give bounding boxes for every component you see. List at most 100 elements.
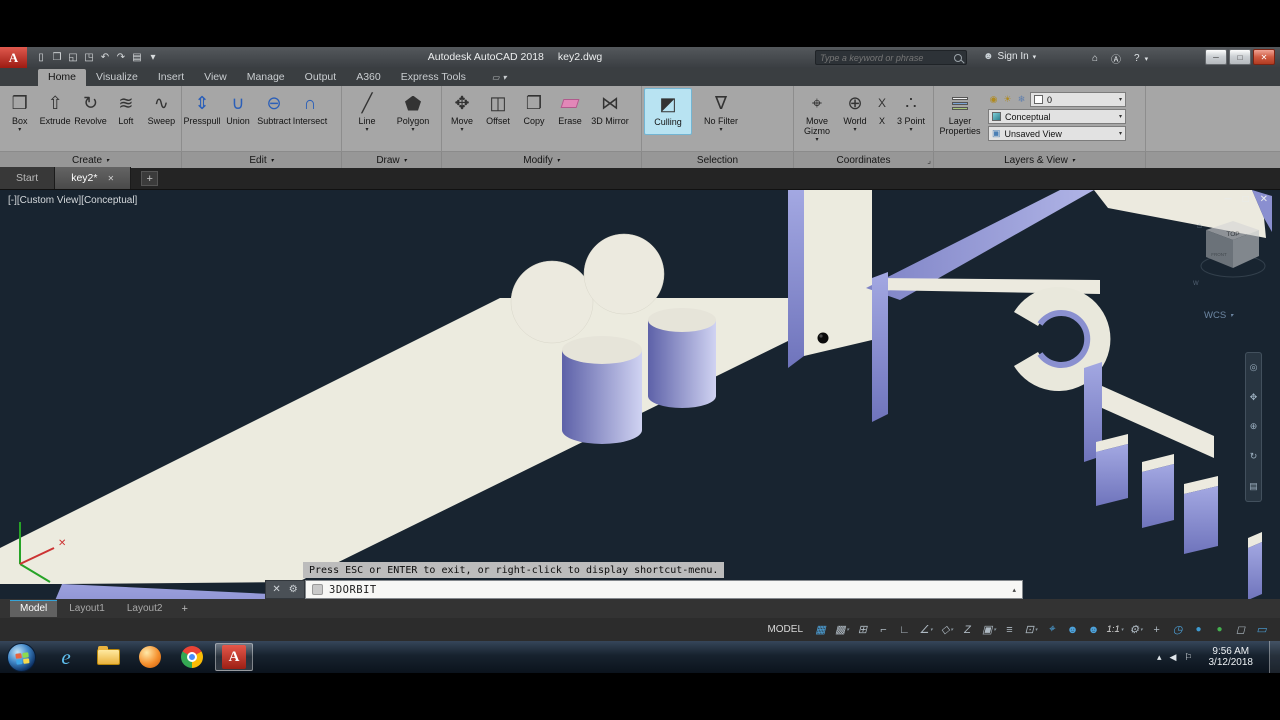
new-icon[interactable]: ▯ — [33, 52, 49, 63]
erase-button[interactable]: Erase — [552, 88, 588, 133]
world-ucs-button[interactable]: ⊕ World ▾ — [838, 88, 872, 133]
steering-wheel-icon[interactable]: ◎ — [1250, 362, 1258, 373]
dynamic-input-icon[interactable]: ⌐ — [874, 621, 894, 638]
infer-constraints-icon[interactable]: ⊞ — [853, 621, 873, 638]
layer-dropdown[interactable]: 0 ▾ — [1030, 92, 1126, 107]
taskbar-clock[interactable]: 9:56 AM 3/12/2018 — [1201, 646, 1262, 668]
taskbar-internet-explorer[interactable]: e — [47, 643, 85, 671]
panel-title-layers-view[interactable]: Layers & View▾ — [934, 152, 1146, 169]
close-icon[interactable]: ✕ — [107, 174, 114, 183]
zoom-icon[interactable]: ⊕ — [1250, 421, 1258, 432]
panel-title-selection[interactable]: Selection — [642, 152, 794, 169]
copy-button[interactable]: ❐ Copy — [516, 88, 552, 133]
tab-insert[interactable]: Insert — [148, 69, 194, 86]
move-gizmo-button[interactable]: ⌖ Move Gizmo ▾ — [796, 88, 838, 143]
ucs-x-button[interactable]: X X — [872, 88, 892, 133]
exchange-apps-icon[interactable]: Ⓐ — [1111, 51, 1121, 66]
ribbon-display-toggle[interactable]: ▭ ▾ — [486, 71, 513, 86]
revolve-button[interactable]: ↻ Revolve — [73, 88, 108, 133]
volume-icon[interactable]: ◀ — [1170, 652, 1177, 663]
ucs-3point-button[interactable]: ∴ 3 Point ▾ — [892, 88, 930, 133]
lineweight-icon[interactable]: ≡ — [1000, 621, 1020, 638]
command-close-icon[interactable]: ✕ — [272, 584, 280, 595]
layer-on-icon[interactable]: ◉ — [988, 94, 999, 105]
showmotion-icon[interactable]: ▤ — [1249, 481, 1258, 492]
3d-key-model[interactable]: TOP FRONT ⌂ W ✕ — [0, 190, 1280, 599]
tab-express-tools[interactable]: Express Tools — [391, 69, 476, 86]
save-icon[interactable]: ◱ — [65, 52, 81, 63]
sign-in-menu[interactable]: ☻ Sign In ▾ — [983, 51, 1036, 62]
tab-manage[interactable]: Manage — [237, 69, 295, 86]
application-menu-button[interactable]: A — [0, 47, 27, 68]
annotation-scale-button[interactable]: 1:1▾ — [1105, 621, 1125, 638]
customize-icon[interactable]: + — [1147, 621, 1167, 638]
layer-freeze-icon[interactable]: ❄ — [1016, 94, 1027, 105]
action-center-flag-icon[interactable]: ⚐ — [1184, 652, 1192, 663]
autoscale-icon[interactable]: ☻ — [1084, 621, 1104, 638]
workspace-switching-icon[interactable]: ⚙▾ — [1126, 621, 1146, 638]
ortho-icon[interactable]: ∟ — [895, 621, 915, 638]
graphics-performance-icon[interactable]: ◷ — [1168, 621, 1188, 638]
orbit-icon[interactable]: ↻ — [1250, 451, 1258, 462]
viewport-controls-label[interactable]: [-][Custom View][Conceptual] — [8, 195, 137, 206]
sweep-button[interactable]: ∿ Sweep — [144, 88, 179, 133]
osnap-icon[interactable]: ▣▾ — [979, 621, 999, 638]
isolate-objects-icon[interactable]: ◻ — [1231, 621, 1251, 638]
dialog-launcher-icon[interactable]: ⌟ — [927, 156, 931, 165]
taskbar-file-explorer[interactable] — [89, 643, 127, 671]
command-input-area[interactable]: ▴ — [305, 580, 1023, 599]
viewport-restore-icon[interactable]: □ — [1243, 194, 1249, 205]
taskbar-chrome[interactable] — [173, 643, 211, 671]
viewport-close-icon[interactable]: ✕ — [1260, 194, 1268, 205]
loft-button[interactable]: ≋ Loft — [108, 88, 143, 133]
hidden-icons-arrow[interactable]: ▴ — [1157, 652, 1162, 663]
status-dot-green[interactable]: ● — [1210, 621, 1230, 638]
panel-title-edit[interactable]: Edit▾ — [182, 152, 342, 169]
file-tab-start[interactable]: Start — [0, 167, 55, 189]
undo-icon[interactable]: ↶ — [97, 52, 113, 63]
grid-icon[interactable]: ▦ — [811, 621, 831, 638]
file-tab-key2[interactable]: key2* ✕ — [55, 167, 131, 189]
help-search-box[interactable] — [815, 50, 967, 65]
taskbar-media-app[interactable] — [131, 643, 169, 671]
help-icon[interactable]: ? — [1134, 53, 1140, 64]
command-input[interactable] — [329, 584, 1006, 596]
taskbar-autocad[interactable]: A — [215, 643, 253, 671]
isodraft-icon[interactable]: ◇▾ — [937, 621, 957, 638]
viewcube-top-label[interactable]: TOP — [1226, 231, 1239, 238]
layer-properties-button[interactable]: Layer Properties — [936, 88, 984, 136]
pan-icon[interactable]: ✥ — [1250, 392, 1258, 403]
tab-layout2[interactable]: Layout2 — [117, 601, 173, 617]
model-space-label[interactable]: MODEL — [767, 624, 803, 635]
status-dot-blue[interactable]: ● — [1189, 621, 1209, 638]
close-button[interactable]: ✕ — [1253, 49, 1275, 65]
union-button[interactable]: ∪ Union — [220, 88, 256, 133]
sheet-set-icon[interactable]: ▤ — [129, 52, 145, 63]
tab-output[interactable]: Output — [295, 69, 347, 86]
3d-mirror-button[interactable]: ⋈ 3D Mirror — [588, 88, 632, 133]
tab-home[interactable]: Home — [38, 69, 86, 86]
layer-sun-icon[interactable]: ☀ — [1002, 94, 1013, 105]
osnap-3d-icon[interactable]: ⊡▾ — [1021, 621, 1041, 638]
subtract-button[interactable]: ⊖ Subtract — [256, 88, 292, 133]
offset-button[interactable]: ◫ Offset — [480, 88, 516, 133]
viewcube-home-icon[interactable]: ⌂ — [1197, 221, 1202, 230]
panel-title-coordinates[interactable]: Coordinates ⌟ — [794, 152, 934, 169]
polygon-button[interactable]: Polygon ▾ — [390, 88, 436, 133]
extrude-button[interactable]: ⇧ Extrude — [37, 88, 72, 133]
culling-button[interactable]: ◩ Culling — [644, 88, 692, 135]
panel-title-modify[interactable]: Modify▾ — [442, 152, 642, 169]
tab-model[interactable]: Model — [10, 600, 57, 617]
tab-visualize[interactable]: Visualize — [86, 69, 148, 86]
viewport-minimize-icon[interactable]: ─ — [1224, 194, 1231, 205]
new-drawing-tab-button[interactable]: + — [141, 171, 158, 186]
annotation-visibility-icon[interactable]: ☻ — [1063, 621, 1083, 638]
minimize-button[interactable]: ─ — [1205, 49, 1227, 65]
clean-screen-icon[interactable]: ▭ — [1252, 621, 1272, 638]
command-expand-icon[interactable]: ▴ — [1012, 586, 1016, 594]
viewcube-front-label[interactable]: FRONT — [1211, 252, 1227, 257]
gizmo-icon[interactable]: ⌖ — [1042, 621, 1062, 638]
maximize-button[interactable]: □ — [1229, 49, 1251, 65]
intersect-button[interactable]: ∩ Intersect — [292, 88, 328, 133]
search-icon[interactable] — [954, 54, 962, 62]
